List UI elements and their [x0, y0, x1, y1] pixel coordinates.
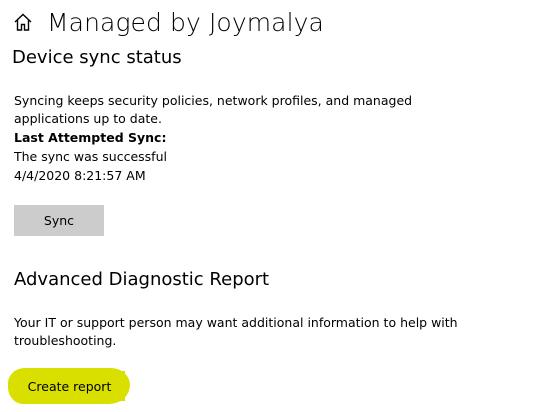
page-header: Managed by Joymalya: [12, 4, 324, 40]
page-title: Managed by Joymalya: [47, 7, 324, 37]
advanced-diagnostic-report-heading: Advanced Diagnostic Report: [14, 269, 270, 290]
diagnostic-description: Your IT or support person may want addit…: [14, 315, 458, 348]
home-icon[interactable]: [12, 11, 34, 33]
device-sync-status-heading: Device sync status: [12, 47, 182, 68]
sync-description: Syncing keeps security policies, network…: [14, 93, 413, 126]
sync-timestamp: 4/4/2020 8:21:57 AM: [14, 168, 146, 183]
create-report-button[interactable]: Create report: [14, 371, 125, 401]
create-report-button-label: Create report: [27, 378, 112, 394]
sync-button[interactable]: Sync: [14, 205, 104, 236]
sync-button-label: Sync: [43, 213, 75, 228]
sync-status-text: The sync was successful: [14, 149, 167, 164]
last-sync-label: Last Attempted Sync:: [14, 130, 167, 145]
